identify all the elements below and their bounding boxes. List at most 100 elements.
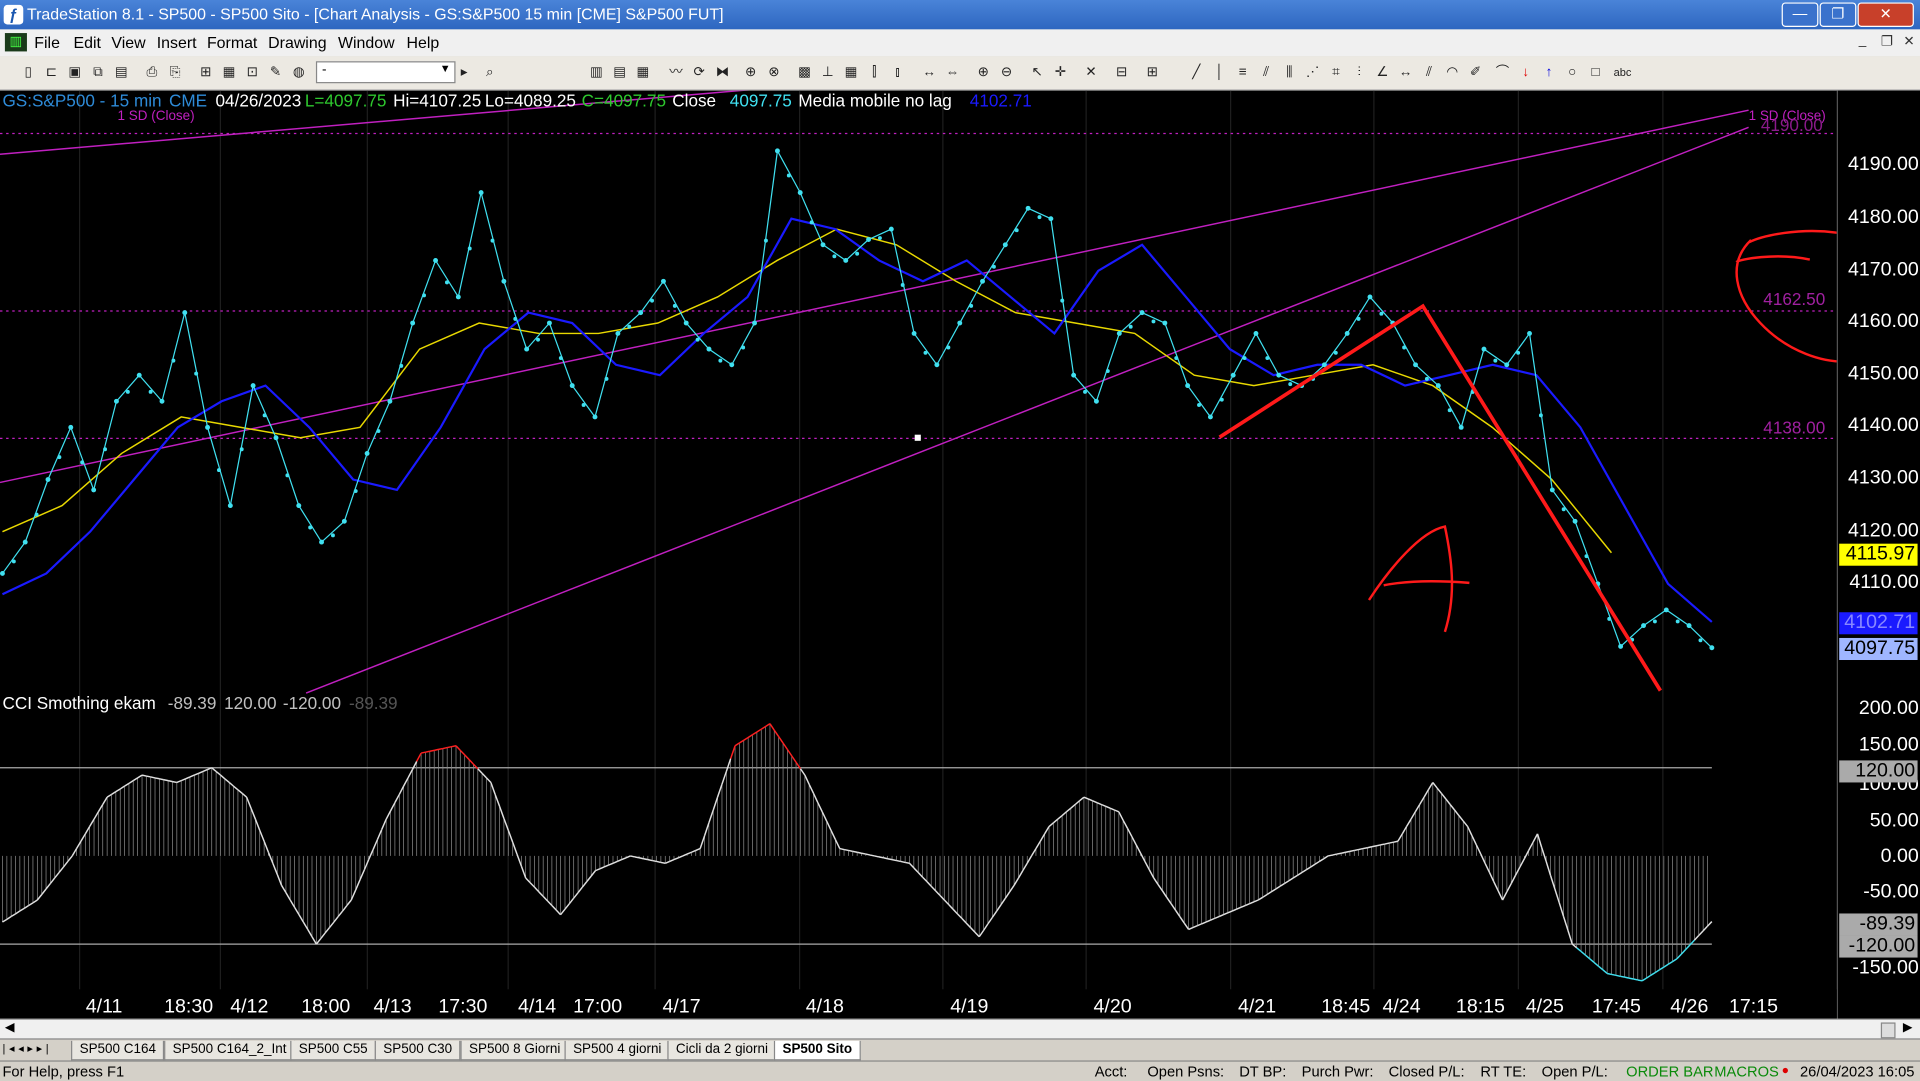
cci-line xyxy=(1266,891,1272,896)
gann-icon[interactable]: ⌗ xyxy=(1327,64,1344,81)
save-icon[interactable]: ▣ xyxy=(66,64,83,81)
bar-chart-icon[interactable]: ▥ xyxy=(588,64,605,81)
mdi-restore-icon[interactable]: ❐ xyxy=(1876,33,1898,51)
status-order-bar[interactable]: ORDER BAR xyxy=(1626,1062,1713,1081)
print-preview-icon[interactable]: ⎘ xyxy=(167,64,184,81)
cci-line xyxy=(1646,974,1652,979)
pencil-icon[interactable]: ✎ xyxy=(267,64,284,81)
mdi-minimize-icon[interactable]: _ xyxy=(1851,33,1873,51)
scroll-right-icon[interactable]: ▶ xyxy=(1903,1021,1912,1034)
maximize-button[interactable]: ❐ xyxy=(1819,2,1857,27)
tab-sp500-c55[interactable]: SP500 C55 xyxy=(290,1040,377,1061)
close-button[interactable]: ✕ xyxy=(1857,2,1914,27)
chart-window[interactable]: GS:S&P500 - 15 min CME 04/26/2023 L=4097… xyxy=(0,90,1920,1019)
snap-icon[interactable]: ⊟ xyxy=(1113,64,1130,81)
parallel-icon[interactable]: ⫽ xyxy=(1420,64,1437,81)
matrix-icon[interactable]: ▦ xyxy=(842,64,859,81)
arrow-right-icon[interactable]: ▸ xyxy=(456,64,473,81)
print-icon[interactable]: ⎙ xyxy=(143,64,160,81)
arrows-icon[interactable]: ↔ xyxy=(1397,64,1414,81)
tab-sp500-8-giorni[interactable]: SP500 8 Giorni xyxy=(460,1040,569,1061)
tab-sp500-sito[interactable]: SP500 Sito xyxy=(773,1040,861,1061)
menu-window[interactable]: Window xyxy=(338,33,395,51)
rectangle-icon[interactable]: □ xyxy=(1587,64,1604,81)
legend-close-label: Close xyxy=(672,90,717,111)
lock-icon[interactable]: ⊡ xyxy=(244,64,261,81)
table-icon[interactable]: ▤ xyxy=(611,64,628,81)
andrews-icon[interactable]: ⫶ xyxy=(1351,64,1368,81)
data-window-icon[interactable]: ▩ xyxy=(796,64,813,81)
arrow-up-icon[interactable]: ↑ xyxy=(1540,64,1557,81)
pointer-icon[interactable]: ↖ xyxy=(1029,64,1046,81)
minimize-button[interactable]: — xyxy=(1781,2,1819,27)
new-window-icon[interactable]: ⧉ xyxy=(89,64,106,81)
tab-sp500-c164-2-int[interactable]: SP500 C164_2_Int xyxy=(164,1040,296,1061)
insert-study-icon[interactable]: ⊕ xyxy=(742,64,759,81)
tab-sp500-4-giorni[interactable]: SP500 4 giorni xyxy=(564,1040,671,1061)
symbol-combo[interactable]: - ▼ xyxy=(315,61,456,84)
zoom-in-icon[interactable]: ⊕ xyxy=(975,64,992,81)
grid-icon[interactable]: ⊞ xyxy=(1144,64,1161,81)
freehand-icon[interactable]: ✐ xyxy=(1467,64,1484,81)
find-icon[interactable]: ⌕ xyxy=(481,64,498,81)
menu-view[interactable]: View xyxy=(111,33,145,51)
open-icon[interactable]: ⊏ xyxy=(43,64,60,81)
strategy-icon[interactable]: ⊗ xyxy=(765,64,782,81)
chevron-down-icon[interactable]: ▼ xyxy=(440,62,451,74)
tab-cicli-da-2-giorni[interactable]: Cicli da 2 giorni xyxy=(667,1040,777,1061)
globe-icon[interactable]: ◍ xyxy=(290,64,307,81)
tab-sp500-c30[interactable]: SP500 C30 xyxy=(374,1040,461,1061)
chart-line-icon[interactable]: 〰 xyxy=(667,64,684,81)
text-tool-icon[interactable]: abc xyxy=(1610,64,1634,81)
ellipse-icon[interactable]: ○ xyxy=(1564,64,1581,81)
menu-help[interactable]: Help xyxy=(407,33,440,51)
expand-icon[interactable]: ⇔ xyxy=(944,64,961,81)
curve-icon[interactable]: ⌒ xyxy=(1494,64,1511,81)
menu-drawing[interactable]: Drawing xyxy=(268,33,326,51)
cci-line xyxy=(538,891,544,897)
menu-file[interactable]: File xyxy=(34,33,60,51)
menu-edit[interactable]: Edit xyxy=(73,33,100,51)
zoom-out-icon[interactable]: ⊖ xyxy=(998,64,1015,81)
scroll-thumb[interactable] xyxy=(1880,1022,1896,1039)
menu-format[interactable]: Format xyxy=(207,33,257,51)
tile-icon[interactable]: ▦ xyxy=(220,64,237,81)
cci-line xyxy=(1166,896,1172,905)
crosshair-icon[interactable]: ✛ xyxy=(1052,64,1069,81)
new-icon[interactable]: ▯ xyxy=(20,64,37,81)
horizontal-scroll-icon[interactable]: ↔ xyxy=(921,64,938,81)
layout-icon[interactable]: ⊞ xyxy=(197,64,214,81)
horizontal-line-icon[interactable]: ≡ xyxy=(1234,64,1251,81)
trade-bar-icon[interactable]: ⊥ xyxy=(819,64,836,81)
refresh-icon[interactable]: ⟳ xyxy=(691,64,708,81)
fib-icon[interactable]: ⫼ xyxy=(1281,64,1298,81)
cci-line xyxy=(198,770,204,774)
scroll-left-icon[interactable]: ◀ xyxy=(5,1021,14,1034)
time-axis[interactable]: 4/11 18:30 4/12 18:00 4/13 17:30 4/14 17… xyxy=(0,989,1837,1019)
channel-icon[interactable]: ⫽ xyxy=(1258,64,1275,81)
arc-icon[interactable]: ◠ xyxy=(1444,64,1461,81)
chart-canvas[interactable] xyxy=(0,90,1920,1019)
trendline-icon[interactable]: ╱ xyxy=(1188,64,1205,81)
workspace-icon[interactable]: ▤ xyxy=(113,64,130,81)
tab-sp500-c164[interactable]: SP500 C164 xyxy=(71,1040,165,1061)
arrow-down-icon[interactable]: ↓ xyxy=(1517,64,1534,81)
menu-insert[interactable]: Insert xyxy=(157,33,197,51)
cci-line xyxy=(1702,925,1708,932)
link-icon[interactable]: ⧓ xyxy=(714,64,731,81)
mdi-close-icon[interactable]: ✕ xyxy=(1898,33,1920,51)
candle-icon[interactable]: ⫿ xyxy=(866,64,883,81)
chart-doc-icon[interactable]: ▥ xyxy=(4,33,27,52)
horizontal-scrollbar[interactable]: ◀ ▶ xyxy=(0,1018,1920,1040)
status-macros[interactable]: MACROS xyxy=(1714,1062,1778,1081)
cci-line xyxy=(19,907,25,912)
candle2-icon[interactable]: ⫾ xyxy=(889,64,906,81)
cci-line xyxy=(1319,858,1325,863)
tab-nav-icons[interactable]: |◂◂▸▸| xyxy=(2,1042,52,1055)
cci-line xyxy=(1358,847,1364,851)
vertical-line-icon[interactable]: │ xyxy=(1211,64,1228,81)
tools-icon[interactable]: ✕ xyxy=(1082,64,1099,81)
radar-icon[interactable]: ▦ xyxy=(634,64,651,81)
speed-lines-icon[interactable]: ⋰ xyxy=(1304,64,1321,81)
angle-icon[interactable]: ∠ xyxy=(1374,64,1391,81)
